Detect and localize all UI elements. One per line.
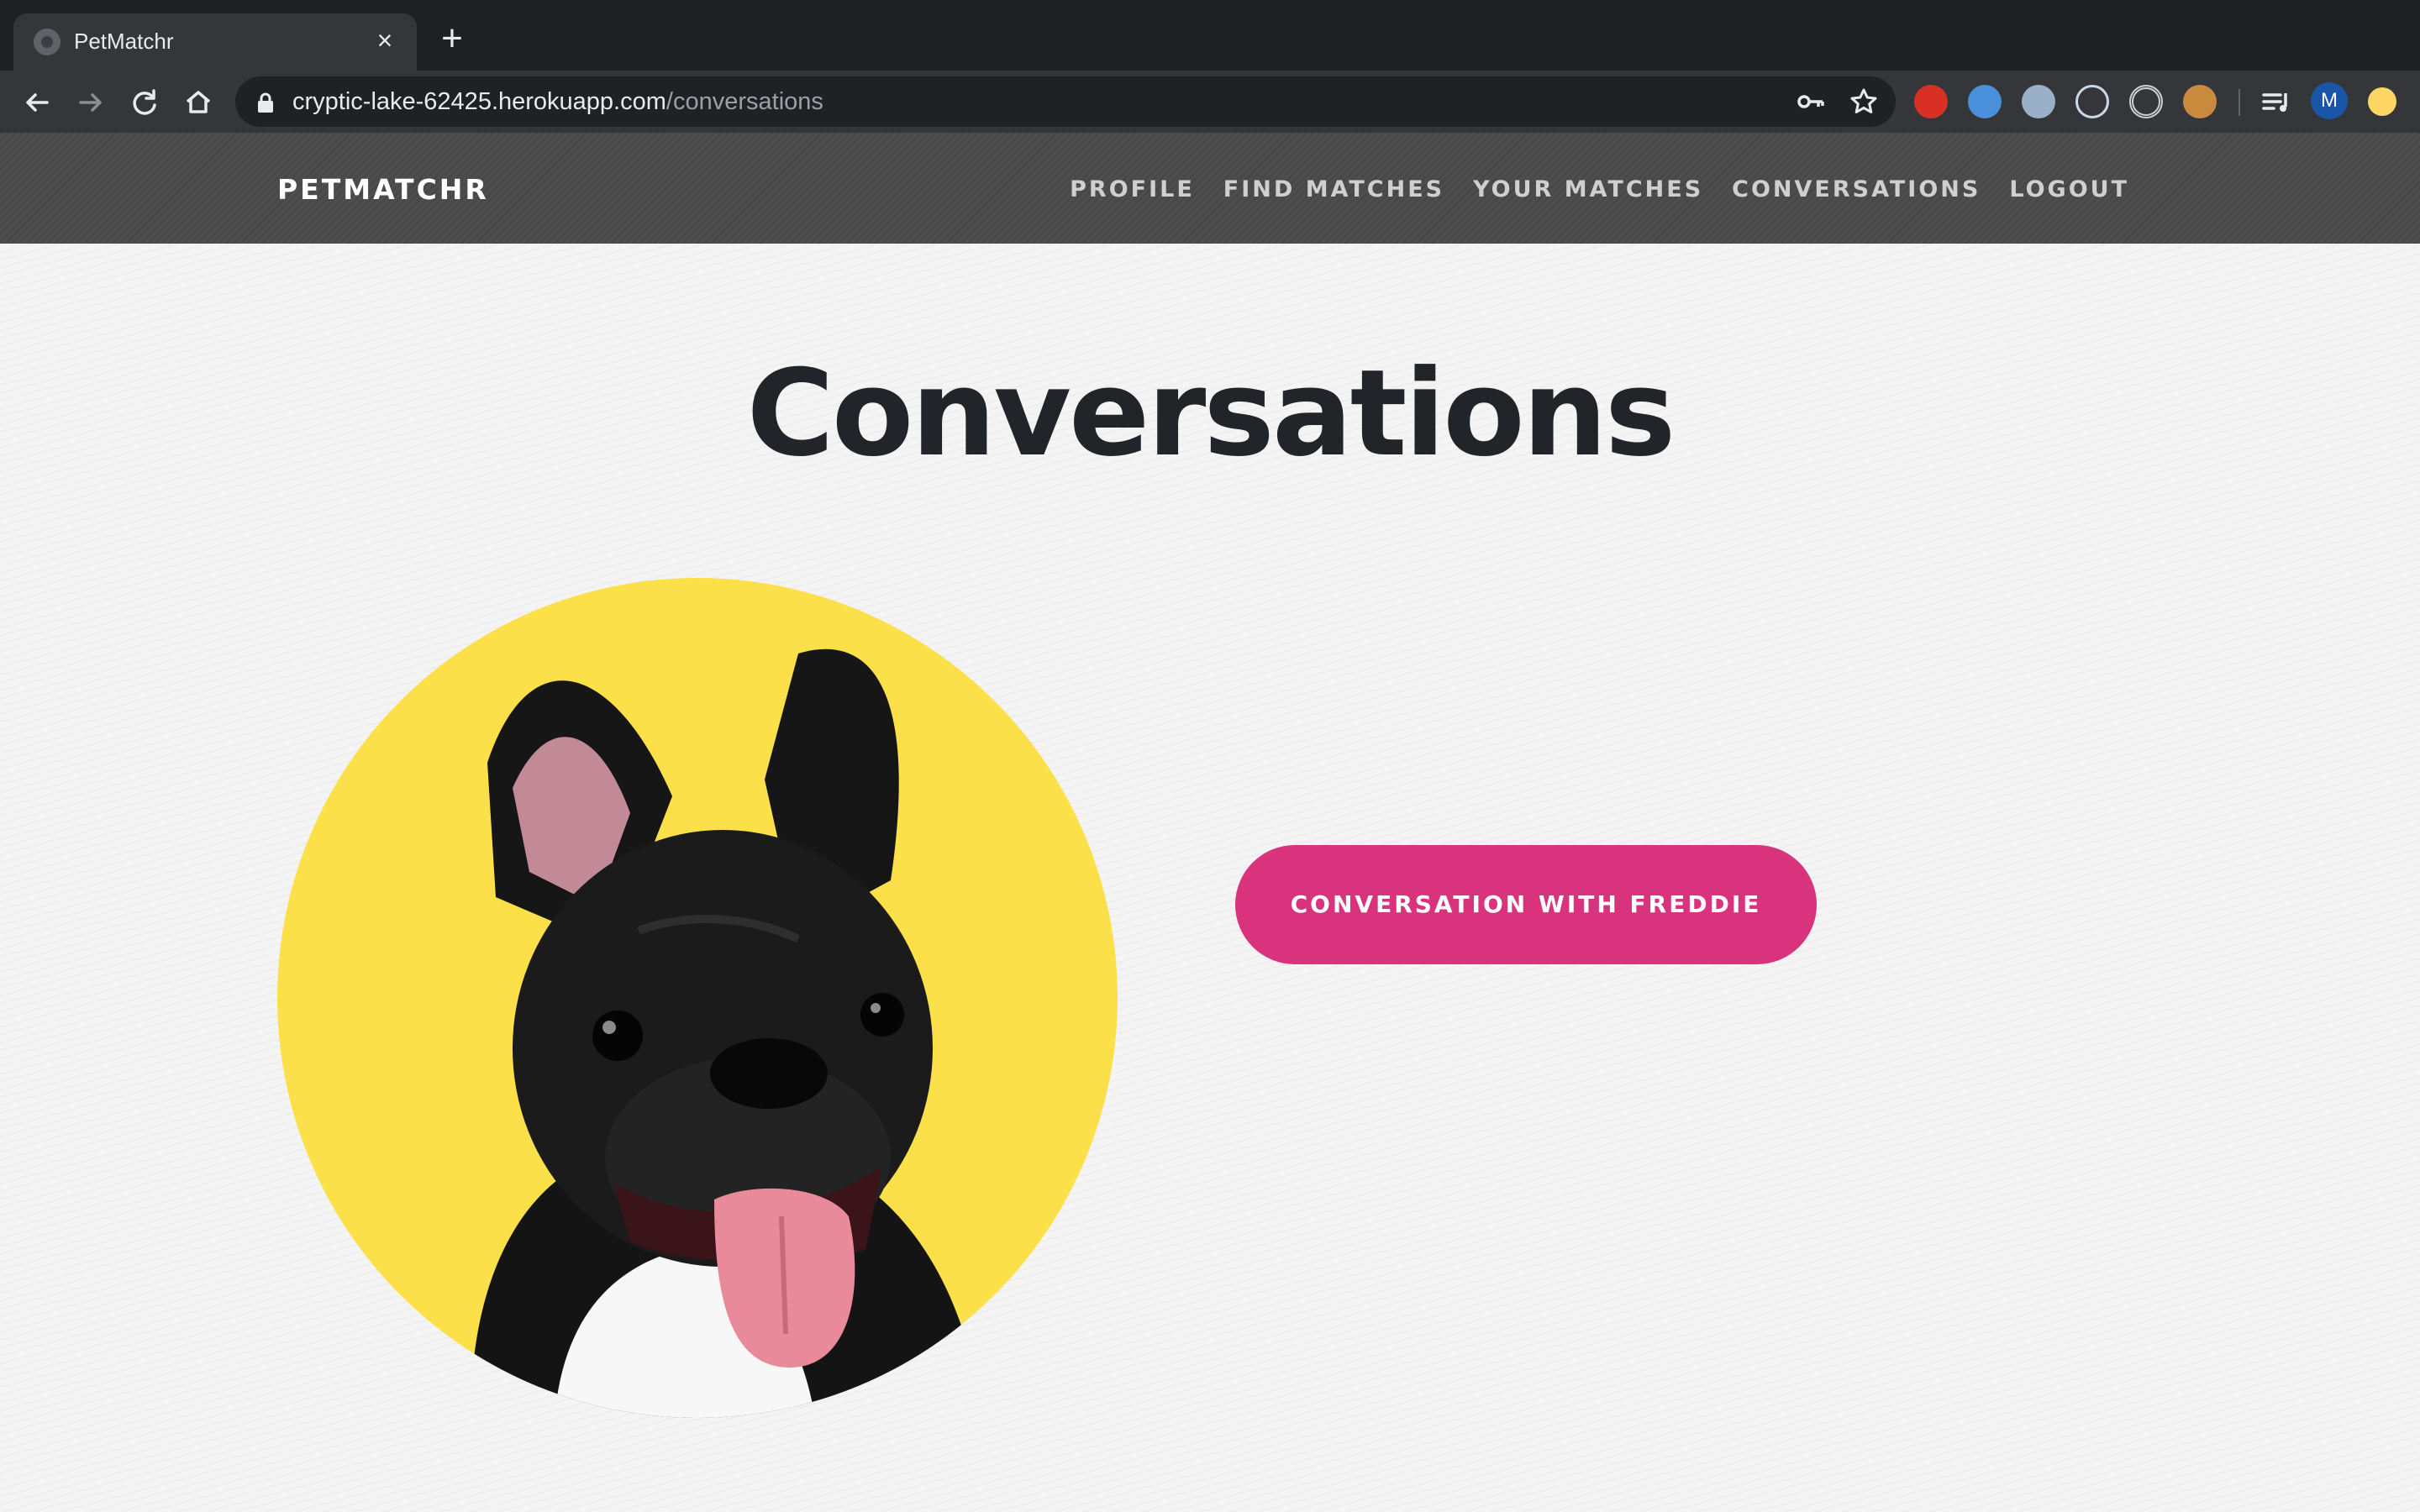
site-brand[interactable]: PETMATCHR	[277, 173, 489, 206]
forward-icon[interactable]	[74, 86, 108, 119]
back-icon[interactable]	[20, 86, 54, 119]
adblock-extension-icon[interactable]	[1914, 85, 1948, 118]
pet-photo	[277, 578, 1118, 1418]
target-extension-icon[interactable]	[2129, 85, 2163, 118]
nav-link-your-matches[interactable]: YOUR MATCHES	[1473, 176, 1703, 202]
react-devtools-icon[interactable]	[2075, 85, 2109, 118]
toolbar-divider	[2238, 89, 2240, 116]
star-icon[interactable]	[1849, 87, 1879, 117]
close-icon[interactable]: ×	[368, 24, 402, 57]
site-navbar: PETMATCHR PROFILE FIND MATCHES YOUR MATC…	[0, 133, 2420, 244]
lock-icon	[258, 92, 273, 113]
browser-tab[interactable]: PetMatchr ×	[13, 13, 417, 71]
profile-avatar[interactable]: M	[2311, 82, 2348, 119]
globe-icon	[34, 29, 60, 55]
bank-extension-icon[interactable]	[1968, 85, 2002, 118]
url-host: cryptic-lake-62425.herokuapp.com	[292, 88, 666, 115]
nav-link-logout[interactable]: LOGOUT	[2009, 176, 2129, 202]
nav-link-profile[interactable]: PROFILE	[1070, 176, 1195, 202]
reading-list-icon[interactable]	[2259, 85, 2292, 118]
nav-link-conversations[interactable]: CONVERSATIONS	[1732, 176, 1981, 202]
conversation-freddie-button[interactable]: CONVERSATION WITH FREDDIE	[1235, 845, 1817, 964]
nav-link-find-matches[interactable]: FIND MATCHES	[1223, 176, 1444, 202]
reload-icon[interactable]	[128, 86, 161, 119]
cookie-extension-icon[interactable]	[2183, 85, 2217, 118]
page-title: Conversations	[746, 344, 1676, 483]
url-text[interactable]: cryptic-lake-62425.herokuapp.com/convers…	[292, 88, 823, 116]
tab-title: PetMatchr	[74, 29, 174, 54]
home-icon[interactable]	[182, 86, 215, 119]
url-path: /conversations	[666, 88, 823, 115]
browser-tab-strip: PetMatchr × +	[0, 0, 2420, 71]
nav-links: PROFILE FIND MATCHES YOUR MATCHES CONVER…	[1070, 176, 2129, 202]
sync-extension-icon[interactable]	[2022, 85, 2055, 118]
key-icon[interactable]	[1795, 87, 1825, 117]
update-icon[interactable]	[2368, 87, 2396, 116]
dog-illustration	[471, 648, 983, 1418]
address-bar[interactable]: cryptic-lake-62425.herokuapp.com/convers…	[235, 76, 1896, 127]
browser-toolbar: cryptic-lake-62425.herokuapp.com/convers…	[0, 71, 2420, 133]
new-tab-button[interactable]: +	[435, 20, 469, 57]
main-content: Conversations CONVERSATION WITH FREDDIE	[0, 244, 2420, 1512]
